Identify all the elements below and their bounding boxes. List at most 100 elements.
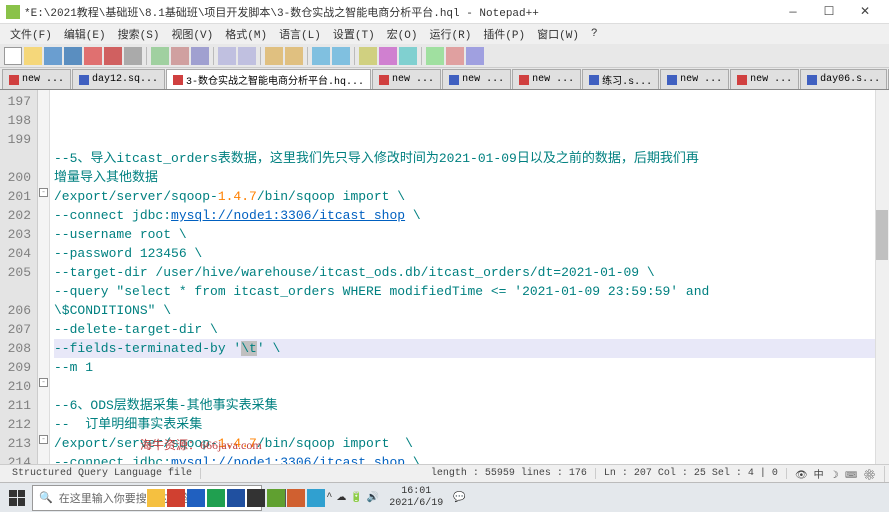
saved-icon [589,75,599,85]
save-button[interactable] [44,47,62,65]
line-number: 201 [2,187,31,206]
copy-button[interactable] [171,47,189,65]
redo-button[interactable] [238,47,256,65]
toolbar [0,44,889,68]
file-tab[interactable]: day12.sq... [72,69,165,89]
taskbar-app-icon[interactable] [187,484,205,512]
file-tab[interactable]: 练习.s... [582,69,659,89]
print-button[interactable] [124,47,142,65]
wordwrap-button[interactable] [359,47,377,65]
close-button[interactable]: ✕ [847,0,883,24]
modified-icon [9,75,19,85]
file-tab[interactable]: day06.s... [800,69,887,89]
status-language: Structured Query Language file [4,468,201,479]
statusbar: Structured Query Language file length : … [0,464,889,482]
taskbar-app-icon[interactable] [227,484,245,512]
status-ime[interactable]: 👁 中 ☽ ⌨ ⚙ [787,466,885,482]
zoom-in-button[interactable] [312,47,330,65]
line-number: 199 [2,130,31,149]
tab-label: new ... [392,74,434,85]
replace-button[interactable] [285,47,303,65]
scrollbar-thumb[interactable] [876,210,888,260]
menu-edit[interactable]: 编辑(E) [58,24,112,44]
file-tab[interactable]: new ... [730,69,799,89]
save-all-button[interactable] [64,47,82,65]
line-number: 197 [2,92,31,111]
toolbar-separator [146,47,147,65]
file-tab[interactable]: new ... [2,69,71,89]
close-all-button[interactable] [104,47,122,65]
start-button[interactable] [2,484,32,512]
taskbar-app-icon[interactable] [247,484,265,512]
taskbar-app-icon[interactable] [267,484,285,512]
taskbar-app-icon[interactable] [207,484,225,512]
menu-lang[interactable]: 语言(L) [273,24,327,44]
tab-label: new ... [462,74,504,85]
line-number: 212 [2,415,31,434]
editor[interactable]: 197 198 199 200 201 202 203 204 205 206 … [0,90,889,464]
toolbar-separator [213,47,214,65]
new-file-button[interactable] [4,47,22,65]
code-area[interactable]: --5、导入itcast_orders表数据，这里我们先只导入修改时间为2021… [38,90,889,464]
maximize-button[interactable]: ☐ [811,0,847,24]
macro-record-button[interactable] [426,47,444,65]
find-button[interactable] [265,47,283,65]
fold-toggle[interactable]: - [39,378,48,387]
file-tab[interactable]: new ... [660,69,729,89]
paste-button[interactable] [191,47,209,65]
tab-label: new ... [22,74,64,85]
menu-help[interactable]: ? [585,26,604,42]
cut-button[interactable] [151,47,169,65]
tray-battery-icon[interactable]: 🔋 [350,492,362,504]
taskbar-app-icon[interactable]: ^ ☁ 🔋 🔊 16:012021/6/19 💬 [293,484,321,512]
toolbar-separator [354,47,355,65]
saved-icon [79,75,89,85]
menu-window[interactable]: 窗口(W) [531,24,585,44]
menu-plugins[interactable]: 插件(P) [477,24,531,44]
macro-stop-button[interactable] [446,47,464,65]
modified-icon [737,75,747,85]
menubar: 文件(F) 编辑(E) 搜索(S) 视图(V) 格式(M) 语言(L) 设置(T… [0,24,889,44]
taskbar-app-icon[interactable] [307,484,325,512]
file-tab[interactable]: new ... [442,69,511,89]
fold-toggle[interactable]: - [39,435,48,444]
file-tab[interactable]: 3-数仓实战之智能电商分析平台.hq... [166,69,371,89]
line-number: 203 [2,225,31,244]
vertical-scrollbar[interactable] [875,90,889,464]
tab-label: new ... [532,74,574,85]
tray-cloud-icon[interactable]: ☁ [336,492,346,504]
close-file-button[interactable] [84,47,102,65]
minimize-button[interactable]: — [775,0,811,24]
line-number: 207 [2,320,31,339]
tab-label: 3-数仓实战之智能电商分析平台.hq... [186,72,364,88]
menu-file[interactable]: 文件(F) [4,24,58,44]
tab-label: new ... [750,74,792,85]
taskbar-app-icon[interactable] [287,484,305,512]
menu-settings[interactable]: 设置(T) [327,24,381,44]
menu-encoding[interactable]: 格式(M) [219,24,273,44]
indent-button[interactable] [399,47,417,65]
taskbar-app-icon[interactable] [147,484,165,512]
line-number: 202 [2,206,31,225]
saved-icon [807,75,817,85]
taskbar-app-icon[interactable] [167,484,185,512]
undo-button[interactable] [218,47,236,65]
menu-run[interactable]: 运行(R) [424,24,478,44]
tray-up-icon[interactable]: ^ [326,492,332,503]
file-tab[interactable]: new ... [372,69,441,89]
toolbar-separator [260,47,261,65]
file-tab[interactable]: new ... [512,69,581,89]
modified-icon [379,75,389,85]
open-file-button[interactable] [24,47,42,65]
macro-play-button[interactable] [466,47,484,65]
taskbar-clock[interactable]: 16:012021/6/19 [383,486,449,510]
notification-icon[interactable]: 💬 [453,492,465,504]
menu-tools[interactable]: 宏(O) [381,24,424,44]
fold-toggle[interactable]: - [39,188,48,197]
zoom-out-button[interactable] [332,47,350,65]
show-all-button[interactable] [379,47,397,65]
menu-search[interactable]: 搜索(S) [112,24,166,44]
menu-view[interactable]: 视图(V) [165,24,219,44]
fold-margin: - - - [38,90,50,464]
tray-sound-icon[interactable]: 🔊 [367,492,379,504]
